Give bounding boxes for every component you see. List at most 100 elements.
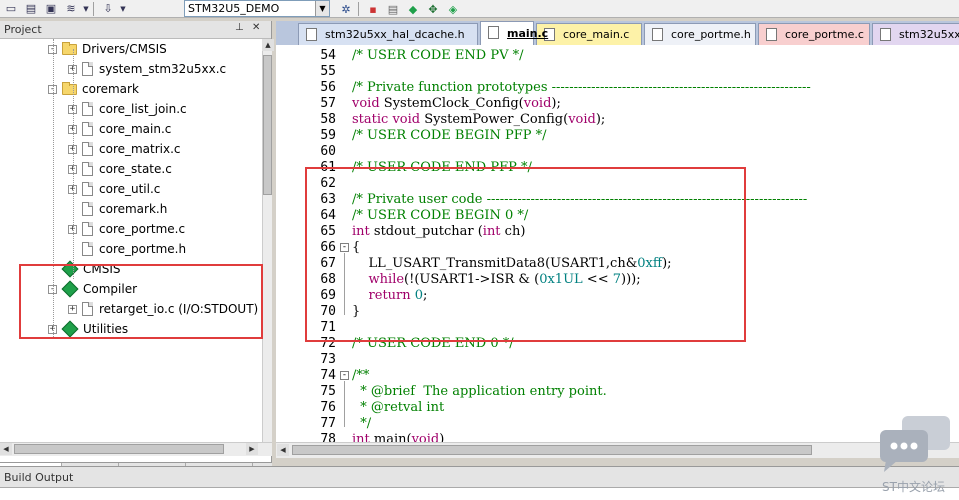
code-line[interactable]: static void SystemPower_Config(void); (352, 112, 605, 128)
project-panel-header: Project ⊥ ✕ (0, 21, 271, 39)
editor-tab[interactable]: core_portme.h (644, 23, 756, 45)
tree-component[interactable]: - Compiler (48, 279, 137, 299)
editor-tab-label: core_main.c (563, 28, 630, 41)
code-line[interactable]: */ (352, 416, 371, 432)
tree-file[interactable]: + core_list_join.c (68, 99, 187, 119)
project-panel: Project ⊥ ✕ - Drivers/CMSIS + system_stm32u… (0, 21, 274, 484)
tree-vertical-scrollbar[interactable]: ▲ (262, 39, 274, 442)
target-select[interactable]: STM32U5_DEMO ▼ (184, 0, 330, 17)
tree-horizontal-scrollbar[interactable]: ◀ ▶ (0, 442, 272, 456)
line-number: 54 (320, 48, 336, 63)
open-icon[interactable]: ▤ (22, 1, 40, 17)
tree-component[interactable]: CMSIS (48, 259, 121, 279)
code-token: /* USER CODE BEGIN 0 */ (352, 208, 529, 223)
editor-tab-label: stm32u5xx_ (899, 28, 959, 41)
tree-file[interactable]: + core_state.c (68, 159, 172, 179)
scroll-thumb[interactable] (14, 444, 224, 454)
tree-file[interactable]: + system_stm32u5xx.c (68, 59, 226, 79)
code-token: << (582, 272, 613, 287)
tree-file[interactable]: + core_util.c (68, 179, 160, 199)
code-token: main( (369, 432, 412, 442)
file-icon (652, 28, 663, 41)
code-line[interactable]: { (352, 240, 360, 256)
load-icon[interactable]: ⇩ (99, 1, 117, 17)
code-token: } (352, 304, 361, 319)
tree-file[interactable]: + core_main.c (68, 119, 171, 139)
watermark-text: ST中文论坛 (882, 480, 945, 494)
tree-file[interactable]: + core_matrix.c (68, 139, 181, 159)
code-token: static (352, 112, 389, 127)
scroll-left-icon[interactable]: ◀ (0, 443, 12, 455)
close-icon[interactable]: ✕ (252, 22, 260, 33)
tree-file[interactable]: core_portme.h (68, 239, 186, 259)
code-line[interactable]: LL_USART_TransmitData8(USART1,ch&0xff); (352, 256, 672, 272)
tree-folder[interactable]: - coremark (48, 79, 139, 99)
line-number: 60 (320, 144, 336, 159)
layers-icon[interactable]: ≋ (62, 1, 80, 17)
code-line[interactable]: } (352, 304, 360, 320)
editor-tab[interactable]: core_portme.c (758, 23, 870, 45)
options-icon[interactable]: ▤ (384, 1, 402, 17)
new-file-icon[interactable]: ▭ (2, 1, 20, 17)
code-line[interactable]: /* Private function prototypes ---------… (352, 80, 811, 96)
scroll-thumb[interactable] (263, 55, 272, 195)
tree-item-label: system_stm32u5xx.c (99, 62, 227, 76)
code-line[interactable]: * @brief The application entry point. (352, 384, 606, 400)
tree-file[interactable]: + retarget_io.c (I/O:STDOUT) (68, 299, 258, 319)
chevron-down-icon[interactable]: ▼ (315, 1, 329, 16)
line-number: 62 (320, 176, 336, 191)
scroll-thumb[interactable] (292, 445, 812, 455)
chevron-down-icon[interactable]: ▼ (119, 1, 127, 17)
editor-horizontal-scrollbar[interactable]: ◀ (276, 442, 959, 458)
fold-collapse-icon[interactable]: - (340, 371, 349, 380)
code-line[interactable]: int stdout_putchar (int ch) (352, 224, 525, 240)
editor-tab[interactable]: stm32u5xx_ (872, 23, 959, 45)
code-token: int (482, 224, 501, 239)
code-line[interactable]: /** (352, 368, 369, 384)
line-number: 73 (320, 352, 336, 367)
build-output-area[interactable] (0, 487, 959, 500)
tree-component[interactable]: + Utilities (48, 319, 128, 339)
editor-tab[interactable]: stm32u5xx_hal_dcache.h (298, 23, 478, 45)
code-line[interactable]: while(!(USART1->ISR & (0x1UL << 7))); (352, 272, 641, 288)
code-line[interactable]: /* USER CODE BEGIN 0 */ (352, 208, 528, 224)
code-line[interactable]: /* USER CODE BEGIN PFP */ (352, 128, 547, 144)
code-line[interactable]: /* USER CODE END PV */ (352, 48, 524, 64)
project-panel-title: Project (4, 23, 42, 36)
code-token: /** (352, 368, 370, 383)
pin-icon[interactable]: ⊥ (235, 22, 244, 33)
wand-icon[interactable]: ✲ (337, 1, 355, 17)
tree-folder[interactable]: - Drivers/CMSIS (48, 39, 167, 59)
code-line[interactable]: * @retval int (352, 400, 444, 416)
code-line[interactable]: /* Private user code -------------------… (352, 192, 807, 208)
tree-item-label: retarget_io.c (I/O:STDOUT) (99, 302, 259, 316)
chevron-down-icon[interactable]: ▼ (82, 1, 90, 17)
code-line[interactable]: /* USER CODE END PFP */ (352, 160, 532, 176)
fold-collapse-icon[interactable]: - (340, 243, 349, 252)
packs-icon[interactable]: ◈ (444, 1, 462, 17)
debug-icon[interactable]: ✥ (424, 1, 442, 17)
editor-tab[interactable]: main.c (480, 21, 548, 45)
save-icon[interactable]: ▣ (42, 1, 60, 17)
scroll-up-icon[interactable]: ▲ (262, 39, 274, 51)
code-token: /* USER CODE END PV */ (352, 48, 524, 63)
code-editor[interactable]: 54 55 56 57 58 59 60 61 62 63 64 65 66 67 68 69 70 71 72 73… (276, 45, 959, 442)
code-line[interactable]: int main(void) (352, 432, 444, 442)
code-line[interactable]: /* USER CODE END 0 */ (352, 336, 514, 352)
folder-icon (62, 81, 77, 95)
scroll-right-icon[interactable]: ▶ (246, 443, 258, 455)
line-number: 70 (320, 304, 336, 319)
editor-tab[interactable]: core_main.c (536, 23, 642, 45)
manage-icon[interactable]: ◆ (404, 1, 422, 17)
line-number: 65 (320, 224, 336, 239)
tree-file[interactable]: + core_portme.c (68, 219, 185, 239)
code-token: /* Private function prototypes ---------… (352, 80, 811, 95)
code-line[interactable]: return 0; (352, 288, 428, 304)
scroll-left-icon[interactable]: ◀ (277, 444, 289, 456)
rebuild-icon[interactable]: ▪ (364, 1, 382, 17)
code-token: LL_USART_TransmitData8(USART1,ch& (352, 256, 638, 271)
tree-file[interactable]: coremark.h (68, 199, 167, 219)
code-line[interactable]: void SystemClock_Config(void); (352, 96, 561, 112)
expand-icon[interactable]: + (68, 304, 77, 314)
